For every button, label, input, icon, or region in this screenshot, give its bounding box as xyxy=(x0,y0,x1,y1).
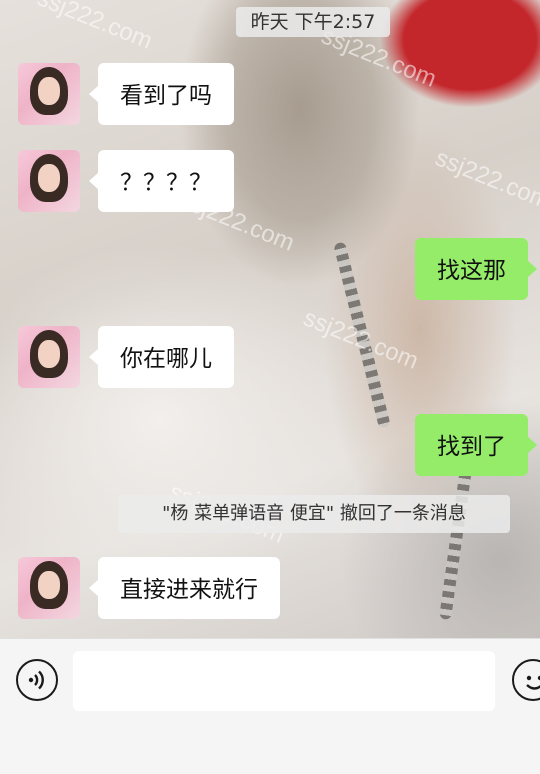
contact-avatar[interactable] xyxy=(18,63,80,125)
incoming-message-bubble[interactable]: 直接进来就行 xyxy=(89,557,280,619)
incoming-message-bubble[interactable]: ？？？？ xyxy=(89,150,234,212)
background-chain xyxy=(438,459,474,621)
incoming-message-bubble[interactable]: 看到了吗 xyxy=(89,63,234,125)
contact-avatar[interactable] xyxy=(18,557,80,619)
message-timestamp: 昨天 下午2:57 xyxy=(236,7,390,37)
chat-input-bar xyxy=(0,638,540,774)
outgoing-message-bubble[interactable]: 找这那 xyxy=(415,238,537,300)
contact-avatar[interactable] xyxy=(18,326,80,388)
incoming-message-bubble[interactable]: 你在哪儿 xyxy=(89,326,234,388)
contact-avatar[interactable] xyxy=(18,150,80,212)
voice-icon[interactable] xyxy=(16,659,58,701)
outgoing-message-bubble[interactable]: 找到了 xyxy=(415,414,537,476)
background-chain xyxy=(333,241,391,429)
recall-system-notice: "杨 菜单弹语音 便宜" 撤回了一条消息 xyxy=(118,495,510,533)
emoji-icon[interactable] xyxy=(512,659,540,701)
chat-background-photo xyxy=(0,0,540,640)
message-input[interactable] xyxy=(73,651,495,711)
